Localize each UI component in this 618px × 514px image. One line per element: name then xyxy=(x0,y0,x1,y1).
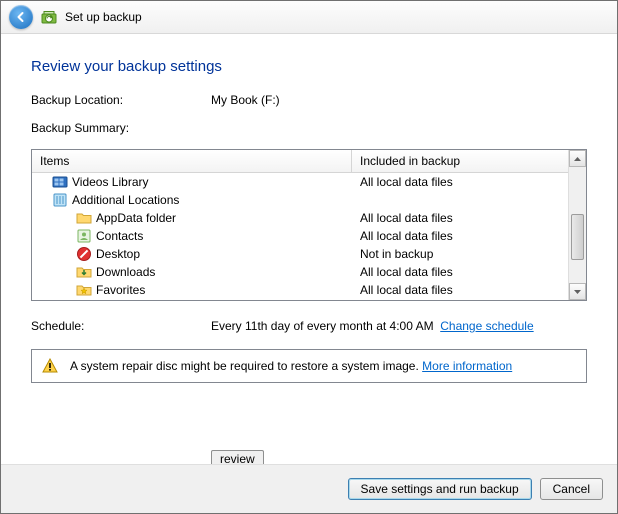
list-body: Videos Library All local data files Additi… xyxy=(32,173,586,299)
included-cell: All local data files xyxy=(352,281,586,299)
change-schedule-link[interactable]: Change schedule xyxy=(440,319,533,333)
warning-text: A system repair disc might be required t… xyxy=(70,359,419,373)
item-name: Additional Locations xyxy=(72,191,179,209)
list-row[interactable]: Contacts All local data files xyxy=(32,227,586,245)
column-header-items[interactable]: Items xyxy=(32,150,352,172)
wizard-window: Set up backup Review your backup setting… xyxy=(0,0,618,514)
video-library-icon xyxy=(52,174,68,190)
summary-list: Items Included in backup Videos LibraryA… xyxy=(31,149,587,301)
back-button[interactable] xyxy=(9,5,33,29)
item-cell: Desktop xyxy=(32,245,352,263)
included-cell: All local data files xyxy=(352,263,586,281)
item-cell: AppData folder xyxy=(32,209,352,227)
cancel-button[interactable]: Cancel xyxy=(540,478,603,500)
page-heading: Review your backup settings xyxy=(31,58,587,75)
back-arrow-icon xyxy=(15,11,27,23)
backup-summary-label-row: Backup Summary: xyxy=(31,121,587,135)
backup-location-row: Backup Location: My Book (F:) xyxy=(31,93,587,107)
item-cell: Favorites xyxy=(32,281,352,299)
backup-app-icon xyxy=(41,9,57,25)
warning-box: A system repair disc might be required t… xyxy=(31,349,587,383)
item-name: AppData folder xyxy=(96,209,176,227)
item-cell: Additional Locations xyxy=(32,191,352,209)
item-name: Favorites xyxy=(96,281,145,299)
library-icon xyxy=(52,192,68,208)
contacts-icon xyxy=(76,228,92,244)
included-cell: All local data files xyxy=(352,173,586,191)
scroll-thumb[interactable] xyxy=(571,214,584,260)
list-header: Items Included in backup xyxy=(32,150,586,173)
warning-icon xyxy=(42,358,58,374)
titlebar: Set up backup xyxy=(1,1,617,34)
more-information-link[interactable]: More information xyxy=(422,359,512,373)
downloads-icon xyxy=(76,264,92,280)
included-cell: All local data files xyxy=(352,227,586,245)
footer: Save settings and run backup Cancel xyxy=(1,464,617,513)
column-header-included[interactable]: Included in backup xyxy=(352,150,586,172)
schedule-value: Every 11th day of every month at 4:00 AM xyxy=(211,319,434,333)
list-row[interactable]: Downloads All local data files xyxy=(32,263,586,281)
included-cell: Not in backup xyxy=(352,245,586,263)
backup-summary-label: Backup Summary: xyxy=(31,121,129,135)
list-row[interactable]: AppData folder All local data files xyxy=(32,209,586,227)
list-row[interactable]: Videos Library All local data files xyxy=(32,173,586,191)
schedule-label: Schedule: xyxy=(31,319,211,333)
content-area: Review your backup settings Backup Locat… xyxy=(1,34,617,383)
favorites-icon xyxy=(76,282,92,298)
backup-location-value: My Book (F:) xyxy=(211,93,280,107)
list-row[interactable]: Favorites All local data files xyxy=(32,281,586,299)
item-name: Downloads xyxy=(96,263,155,281)
chevron-down-icon xyxy=(574,290,581,294)
scrollbar[interactable] xyxy=(568,150,586,300)
chevron-up-icon xyxy=(574,157,581,161)
schedule-row: Schedule: Every 11th day of every month … xyxy=(31,319,587,333)
item-name: Videos Library xyxy=(72,173,149,191)
item-name: Desktop xyxy=(96,245,140,263)
scroll-down-button[interactable] xyxy=(569,283,586,300)
scroll-up-button[interactable] xyxy=(569,150,586,167)
list-row[interactable]: Desktop Not in backup xyxy=(32,245,586,263)
item-name: Contacts xyxy=(96,227,143,245)
included-cell: All local data files xyxy=(352,209,586,227)
list-row[interactable]: Additional Locations xyxy=(32,191,586,209)
item-cell: Videos Library xyxy=(32,173,352,191)
backup-location-label: Backup Location: xyxy=(31,93,211,107)
folder-icon xyxy=(76,210,92,226)
blocked-icon xyxy=(76,246,92,262)
titlebar-text: Set up backup xyxy=(65,10,142,24)
save-and-run-button[interactable]: Save settings and run backup xyxy=(348,478,532,500)
item-cell: Contacts xyxy=(32,227,352,245)
item-cell: Downloads xyxy=(32,263,352,281)
